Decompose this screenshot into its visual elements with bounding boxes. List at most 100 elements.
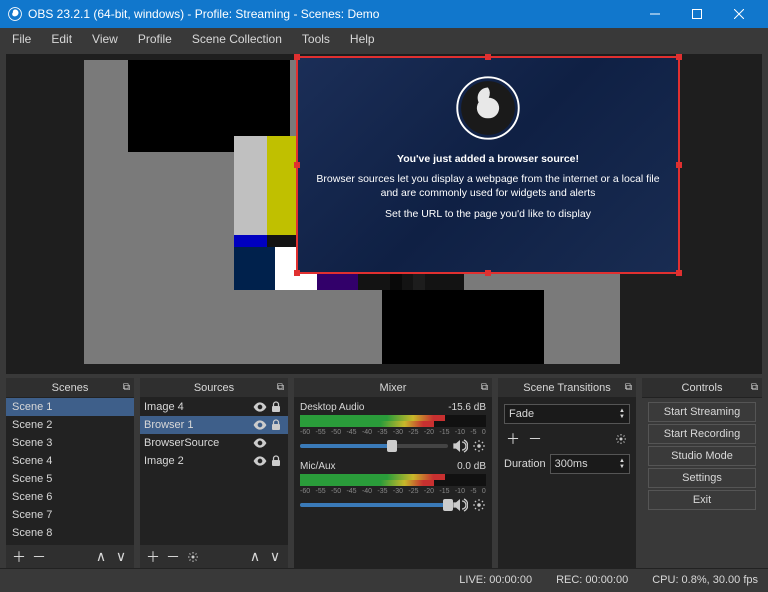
minimize-button[interactable] [634, 0, 676, 28]
menubar: FileEditViewProfileScene CollectionTools… [0, 28, 768, 50]
remove-scene-button[interactable]: － [30, 548, 48, 566]
overlay-heading: You've just added a browser source! [316, 152, 660, 166]
panel-title: Mixer [380, 382, 407, 394]
browser-source-selected[interactable]: You've just added a browser source! Brow… [296, 56, 680, 274]
menu-tools[interactable]: Tools [294, 30, 338, 48]
move-down-button[interactable]: ∨ [112, 548, 130, 566]
mixer-channel: Mic/Aux0.0 dB-60-55-50-45-40-35-30-25-20… [294, 457, 492, 516]
menu-view[interactable]: View [84, 30, 126, 48]
remove-transition-button[interactable]: － [526, 430, 544, 448]
popout-icon[interactable]: ⧉ [123, 382, 130, 393]
channel-name: Desktop Audio [300, 402, 365, 413]
window-title: OBS 23.2.1 (64-bit, windows) - Profile: … [28, 7, 634, 21]
image-source [382, 290, 544, 364]
duration-label: Duration [504, 458, 546, 470]
scenes-panel: Scenes⧉ Scene 1Scene 2Scene 3Scene 4Scen… [6, 378, 134, 568]
source-item[interactable]: BrowserSource [140, 434, 288, 452]
visibility-toggle-icon[interactable] [252, 436, 268, 450]
obs-logo-icon [456, 76, 520, 140]
popout-icon[interactable]: ⧉ [625, 382, 632, 393]
move-up-button[interactable]: ∧ [92, 548, 110, 566]
source-name: Image 2 [144, 455, 252, 467]
popout-icon[interactable]: ⧉ [751, 382, 758, 393]
gear-icon[interactable] [472, 498, 486, 512]
studio-mode-button[interactable]: Studio Mode [648, 446, 756, 466]
menu-help[interactable]: Help [342, 30, 383, 48]
close-button[interactable] [718, 0, 760, 28]
scenes-list[interactable]: Scene 1Scene 2Scene 3Scene 4Scene 5Scene… [6, 398, 134, 544]
scene-item[interactable]: Scene 3 [6, 434, 134, 452]
menu-profile[interactable]: Profile [130, 30, 180, 48]
panel-title: Controls [682, 382, 723, 394]
sources-panel: Sources⧉ Image 4Browser 1BrowserSourceIm… [140, 378, 288, 568]
transitions-panel: Scene Transitions ⧉ Fade▲▼ ＋ － Duration 3… [498, 378, 636, 568]
gear-icon[interactable] [472, 439, 486, 453]
add-source-button[interactable]: ＋ [144, 548, 162, 566]
lock-toggle-icon[interactable] [268, 400, 284, 414]
source-item[interactable]: Browser 1 [140, 416, 288, 434]
scene-item[interactable]: Scene 1 [6, 398, 134, 416]
source-item[interactable]: Image 2 [140, 452, 288, 470]
status-cpu: CPU: 0.8%, 30.00 fps [652, 574, 758, 586]
source-name: BrowserSource [144, 437, 252, 449]
controls-panel: Controls ⧉ Start StreamingStart Recording… [642, 378, 762, 568]
popout-icon[interactable]: ⧉ [481, 382, 488, 393]
speaker-icon[interactable] [452, 439, 468, 453]
channel-db: 0.0 dB [457, 461, 486, 472]
lock-toggle-icon[interactable] [268, 418, 284, 432]
lock-toggle-icon[interactable] [268, 454, 284, 468]
overlay-text: Set the URL to the page you'd like to di… [316, 207, 660, 221]
mixer-panel: Mixer⧉ Desktop Audio-15.6 dB-60-55-50-45… [294, 378, 492, 568]
vu-meter [300, 415, 486, 427]
menu-edit[interactable]: Edit [43, 30, 80, 48]
scene-item[interactable]: Scene 7 [6, 506, 134, 524]
mixer-channel: Desktop Audio-15.6 dB-60-55-50-45-40-35-… [294, 398, 492, 457]
preview-area[interactable]: You've just added a browser source! Brow… [6, 54, 762, 374]
source-name: Browser 1 [144, 419, 252, 431]
volume-slider[interactable] [300, 503, 448, 507]
panel-title: Scene Transitions [523, 382, 610, 394]
move-down-button[interactable]: ∨ [266, 548, 284, 566]
move-up-button[interactable]: ∧ [246, 548, 264, 566]
scene-item[interactable]: Scene 5 [6, 470, 134, 488]
channel-name: Mic/Aux [300, 461, 336, 472]
popout-icon[interactable]: ⧉ [277, 382, 284, 393]
volume-slider[interactable] [300, 444, 448, 448]
panel-title: Scenes [52, 382, 89, 394]
panel-title: Sources [194, 382, 234, 394]
status-live: LIVE: 00:00:00 [459, 574, 532, 586]
visibility-toggle-icon[interactable] [252, 454, 268, 468]
speaker-icon[interactable] [452, 498, 468, 512]
transition-properties-button[interactable] [612, 430, 630, 448]
vu-meter [300, 474, 486, 486]
scene-item[interactable]: Scene 4 [6, 452, 134, 470]
overlay-text: Browser sources let you display a webpag… [316, 172, 660, 200]
sources-list[interactable]: Image 4 Browser 1 BrowserSource Image 2 [140, 398, 288, 544]
source-name: Image 4 [144, 401, 252, 413]
transition-select[interactable]: Fade▲▼ [504, 404, 630, 424]
app-icon [8, 7, 22, 21]
menu-file[interactable]: File [4, 30, 39, 48]
scene-item[interactable]: Scene 8 [6, 524, 134, 542]
visibility-toggle-icon[interactable] [252, 418, 268, 432]
maximize-button[interactable] [676, 0, 718, 28]
add-transition-button[interactable]: ＋ [504, 430, 522, 448]
statusbar: LIVE: 00:00:00 REC: 00:00:00 CPU: 0.8%, … [0, 568, 768, 590]
remove-source-button[interactable]: － [164, 548, 182, 566]
start-streaming-button[interactable]: Start Streaming [648, 402, 756, 422]
menu-scene-collection[interactable]: Scene Collection [184, 30, 290, 48]
scene-item[interactable]: Scene 2 [6, 416, 134, 434]
add-scene-button[interactable]: ＋ [10, 548, 28, 566]
source-properties-button[interactable] [184, 548, 202, 566]
status-rec: REC: 00:00:00 [556, 574, 628, 586]
start-recording-button[interactable]: Start Recording [648, 424, 756, 444]
source-item[interactable]: Image 4 [140, 398, 288, 416]
scene-item[interactable]: Scene 6 [6, 488, 134, 506]
exit-button[interactable]: Exit [648, 490, 756, 510]
lock-toggle-icon[interactable] [268, 436, 284, 450]
duration-input[interactable]: 300ms▲▼ [550, 454, 630, 474]
visibility-toggle-icon[interactable] [252, 400, 268, 414]
mixer-body: Desktop Audio-15.6 dB-60-55-50-45-40-35-… [294, 398, 492, 568]
channel-db: -15.6 dB [448, 402, 486, 413]
settings-button[interactable]: Settings [648, 468, 756, 488]
